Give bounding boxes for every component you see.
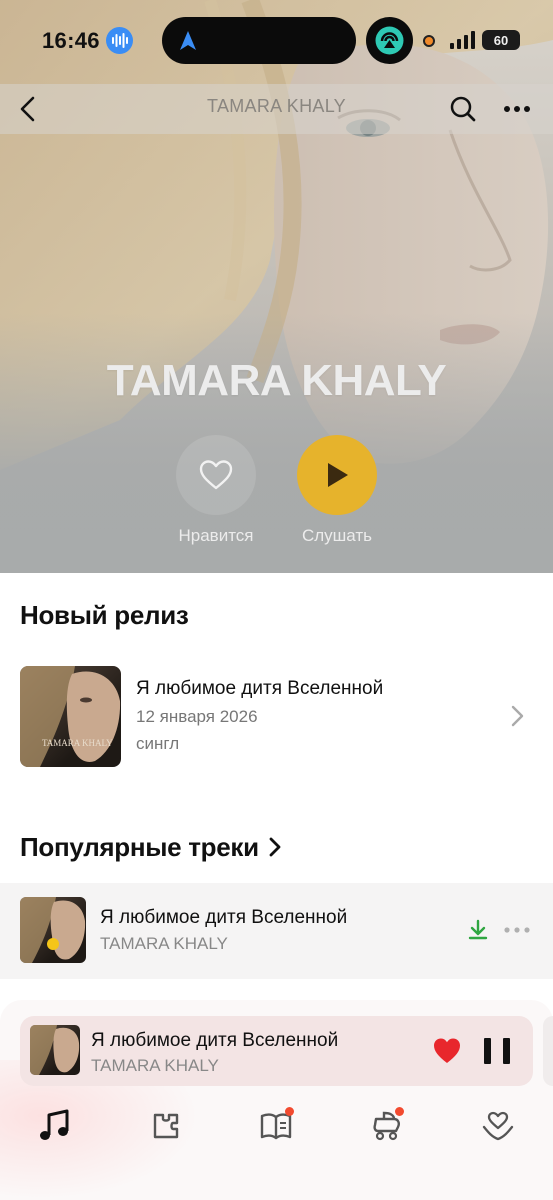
cellular-signal-icon (450, 31, 475, 49)
like-artist-button[interactable] (176, 435, 256, 515)
book-notification-badge (285, 1107, 294, 1116)
like-label: Нравится (178, 526, 254, 545)
release-cover: TAMARA KHALY (20, 666, 121, 767)
status-time: 16:46 (42, 28, 100, 53)
mini-player-cover (30, 1025, 80, 1075)
mini-player[interactable]: Я любимое дитя Вселенной TAMARA KHALY (20, 1016, 533, 1086)
listen-button[interactable] (297, 435, 377, 515)
pause-icon-bar (503, 1038, 510, 1064)
battery-indicator: 60 (482, 30, 520, 50)
pause-button[interactable] (484, 1036, 510, 1066)
search-button[interactable] (446, 92, 480, 126)
track-artist: TAMARA KHALY (100, 934, 228, 953)
heart-outline-icon (199, 460, 233, 490)
navigation-arrow-icon (180, 31, 196, 50)
track-cover (20, 897, 86, 963)
more-options-button[interactable] (500, 92, 534, 126)
track-title: Я любимое дитя Вселенной (100, 907, 348, 928)
next-card-peek[interactable] (543, 1016, 553, 1086)
chevron-left-icon (20, 96, 35, 122)
release-type: сингл (136, 734, 180, 753)
music-note-icon (40, 1109, 69, 1140)
release-date: 12 января 2026 (136, 707, 258, 726)
pause-icon-bar (484, 1038, 491, 1064)
chevron-right-icon (511, 705, 524, 727)
popular-tracks-label: Популярные треки (20, 831, 259, 862)
track-more-button[interactable] (503, 918, 531, 942)
heart-hand-icon (482, 1111, 514, 1141)
back-button[interactable] (12, 92, 44, 126)
liked-heart-icon[interactable] (432, 1036, 462, 1066)
more-horizontal-icon (504, 927, 530, 933)
new-release-heading: Новый релиз (20, 600, 189, 630)
artist-hero: 16:46 60 TAMARA KHALY TAMARA KHALY Нрави… (0, 0, 553, 573)
search-icon (450, 96, 476, 122)
tab-collection[interactable] (476, 1104, 520, 1148)
chevron-right-icon (269, 837, 281, 857)
cover-text: TAMARA KHALY (42, 738, 113, 748)
tab-book[interactable] (254, 1104, 298, 1148)
status-bar: 16:46 60 (0, 0, 553, 84)
voice-recording-icon (106, 27, 133, 54)
mini-player-artist: TAMARA KHALY (91, 1056, 219, 1075)
privacy-indicator-icon (423, 35, 435, 47)
now-playing-indicator (47, 938, 59, 950)
map-icon (153, 1113, 179, 1139)
top-navigation-bar: TAMARA KHALY (0, 84, 553, 134)
kids-notification-badge (395, 1107, 404, 1116)
mini-player-title: Я любимое дитя Вселенной (91, 1030, 339, 1051)
track-row[interactable]: Я любимое дитя Вселенной TAMARA KHALY (0, 883, 553, 979)
airplay-icon (366, 17, 413, 64)
popular-tracks-heading[interactable]: Популярные треки (20, 829, 283, 865)
new-release-card[interactable]: TAMARA KHALY Я любимое дитя Вселенной 12… (0, 650, 553, 780)
more-horizontal-icon (504, 106, 530, 112)
artist-name: TAMARA KHALY (106, 356, 447, 405)
dynamic-island (162, 17, 356, 64)
release-title: Я любимое дитя Вселенной (136, 678, 384, 699)
play-icon (328, 463, 348, 487)
tab-map[interactable] (144, 1104, 188, 1148)
downloaded-icon (468, 919, 488, 940)
tab-music[interactable] (32, 1104, 76, 1148)
listen-label: Слушать (301, 526, 373, 545)
tab-kids[interactable] (365, 1104, 409, 1148)
page-title: TAMARA KHALY (207, 96, 346, 116)
